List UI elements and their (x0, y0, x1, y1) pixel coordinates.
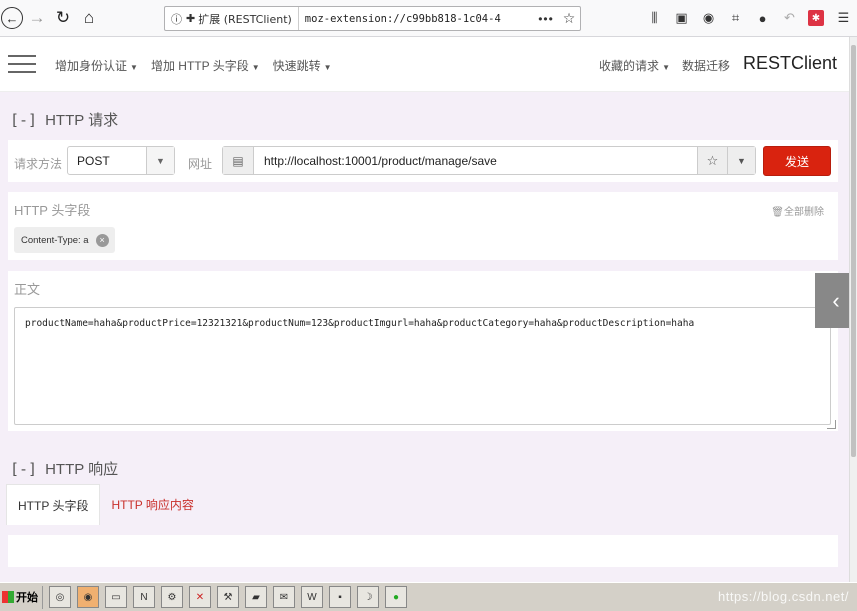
nav-menu: 增加身份认证 ▼ 增加 HTTP 头字段 ▼ 快速跳转 ▼ (55, 57, 332, 74)
close-icon[interactable]: × (95, 233, 109, 247)
favorite-star-icon[interactable]: ☆ (697, 147, 727, 174)
green-app-icon[interactable]: ● (385, 586, 407, 608)
terminal-icon[interactable]: ▪ (329, 586, 351, 608)
sidebar-icon[interactable]: ▣ (668, 8, 695, 28)
request-section-title[interactable]: [-] HTTP 请求 (10, 109, 118, 130)
app-navbar: 增加身份认证 ▼ 增加 HTTP 头字段 ▼ 快速跳转 ▼ 收藏的请求 ▼ 数据迁移 R… (0, 37, 849, 92)
nav-migrate[interactable]: 数据迁移 (682, 57, 730, 74)
tool-icon[interactable]: ⚒ (217, 586, 239, 608)
info-icon: ⓘ (171, 12, 182, 26)
caret-down-icon: ▼ (662, 63, 670, 72)
method-select[interactable]: POST ▼ (67, 146, 175, 175)
request-panel: 请求方法 POST ▼ 网址 ▤ http://localhost:10001/… (8, 140, 838, 182)
header-chip[interactable]: Content-Type: a × (14, 227, 115, 253)
page-actions-icon[interactable]: ••• (534, 12, 558, 26)
nav-menu-right: 收藏的请求 ▼ 数据迁移 (599, 57, 730, 74)
home-icon[interactable]: ⌂ (77, 6, 101, 30)
library-icon[interactable]: ⫼ (641, 8, 668, 28)
url-input[interactable]: http://localhost:10001/product/manage/sa… (254, 154, 697, 168)
hamburger-icon[interactable] (8, 55, 36, 73)
delete-all-button[interactable]: 🗑全部删除 (771, 203, 824, 218)
document-icon: ▤ (223, 147, 254, 174)
headers-title: HTTP 头字段 (14, 203, 91, 218)
chevron-down-icon[interactable]: ▼ (146, 147, 174, 174)
trash-icon: 🗑 (771, 207, 784, 218)
send-button[interactable]: 发送 (763, 146, 831, 176)
settings-icon[interactable]: ⚙ (161, 586, 183, 608)
method-value: POST (77, 153, 110, 168)
headers-panel: HTTP 头字段 🗑全部删除 Content-Type: a × (8, 192, 838, 260)
scrollbar-thumb[interactable] (851, 45, 856, 457)
app-icon[interactable]: ▭ (105, 586, 127, 608)
onenote-icon[interactable]: N (133, 586, 155, 608)
response-section-title[interactable]: [-] HTTP 响应 (10, 458, 118, 479)
body-panel: 正文 productName=haha&productPrice=1232132… (8, 271, 838, 431)
mail-icon[interactable]: ✉ (273, 586, 295, 608)
crop-icon[interactable]: ⌗ (722, 8, 749, 28)
response-tabs: HTTP 头字段 HTTP 响应内容 (6, 484, 205, 525)
brand-title: RESTClient (742, 53, 837, 73)
chevron-down-icon[interactable]: ▼ (727, 147, 755, 174)
nav-favorites[interactable]: 收藏的请求 ▼ (599, 57, 670, 74)
caret-down-icon: ▼ (323, 63, 332, 72)
site-identity-label: 扩展 (RESTClient) (198, 12, 292, 26)
address-bar[interactable]: ⓘ ✚ 扩展 (RESTClient) moz-extension://c99b… (164, 6, 581, 31)
word-icon[interactable]: W (301, 586, 323, 608)
os-taskbar: 开始 ◎ ◉ ▭ N ⚙ ✕ ⚒ ▰ ✉ W ▪ ☽ ● https://blo… (0, 582, 857, 611)
tab-response-headers[interactable]: HTTP 头字段 (6, 484, 101, 525)
resize-grip-icon[interactable] (827, 420, 836, 429)
body-title: 正文 (14, 282, 41, 297)
bookmark-star-icon[interactable]: ☆ (558, 10, 580, 27)
body-textarea[interactable]: productName=haha&productPrice=12321321&p… (14, 307, 831, 425)
scrollbar[interactable] (849, 37, 857, 582)
method-label: 请求方法 (14, 157, 63, 171)
caret-down-icon: ▼ (251, 63, 260, 72)
browser-toolbar: ← → ↻ ⌂ ⓘ ✚ 扩展 (RESTClient) moz-extensio… (0, 0, 857, 37)
url-text[interactable]: moz-extension://c99bb818-1c04-4 (299, 13, 534, 25)
collapse-toggle[interactable]: [-] (10, 111, 37, 129)
undo-icon[interactable]: ↶ (776, 8, 803, 28)
reload-icon[interactable]: ↻ (51, 6, 75, 30)
puzzle-icon: ✚ (186, 12, 196, 25)
nav-jump[interactable]: 快速跳转 ▼ (273, 57, 332, 74)
start-button[interactable]: 开始 (0, 585, 43, 609)
url-input-group: ▤ http://localhost:10001/product/manage/… (222, 146, 756, 175)
response-panel (8, 535, 838, 567)
nav-auth[interactable]: 增加身份认证 ▼ (55, 57, 138, 74)
eclipse-icon[interactable]: ☽ (357, 586, 379, 608)
collapse-toggle[interactable]: [-] (10, 460, 37, 478)
windows-flag-icon (2, 591, 14, 603)
chat-icon[interactable]: ● (749, 8, 776, 28)
back-icon[interactable]: ← (1, 7, 23, 29)
restclient-app: 增加身份认证 ▼ 增加 HTTP 头字段 ▼ 快速跳转 ▼ 收藏的请求 ▼ 数据迁移 R… (0, 37, 849, 582)
header-chip-label: Content-Type: a (21, 234, 89, 246)
xmind-icon[interactable]: ✕ (189, 586, 211, 608)
extension-icon[interactable]: ◉ (695, 8, 722, 28)
watermark: https://blog.csdn.net/ (718, 589, 849, 604)
menu-icon[interactable]: ☰ (830, 8, 857, 28)
forward-icon[interactable]: → (25, 6, 49, 30)
nav-headers[interactable]: 增加 HTTP 头字段 ▼ (151, 57, 260, 74)
chrome-icon[interactable]: ◎ (49, 586, 71, 608)
firefox-icon[interactable]: ◉ (77, 586, 99, 608)
addon-icon[interactable]: ✱ (808, 10, 824, 26)
tab-response-content[interactable]: HTTP 响应内容 (100, 484, 204, 525)
folder-icon[interactable]: ▰ (245, 586, 267, 608)
url-label: 网址 (188, 157, 213, 171)
caret-down-icon: ▼ (130, 63, 138, 72)
site-identity[interactable]: ⓘ ✚ 扩展 (RESTClient) (165, 7, 299, 30)
